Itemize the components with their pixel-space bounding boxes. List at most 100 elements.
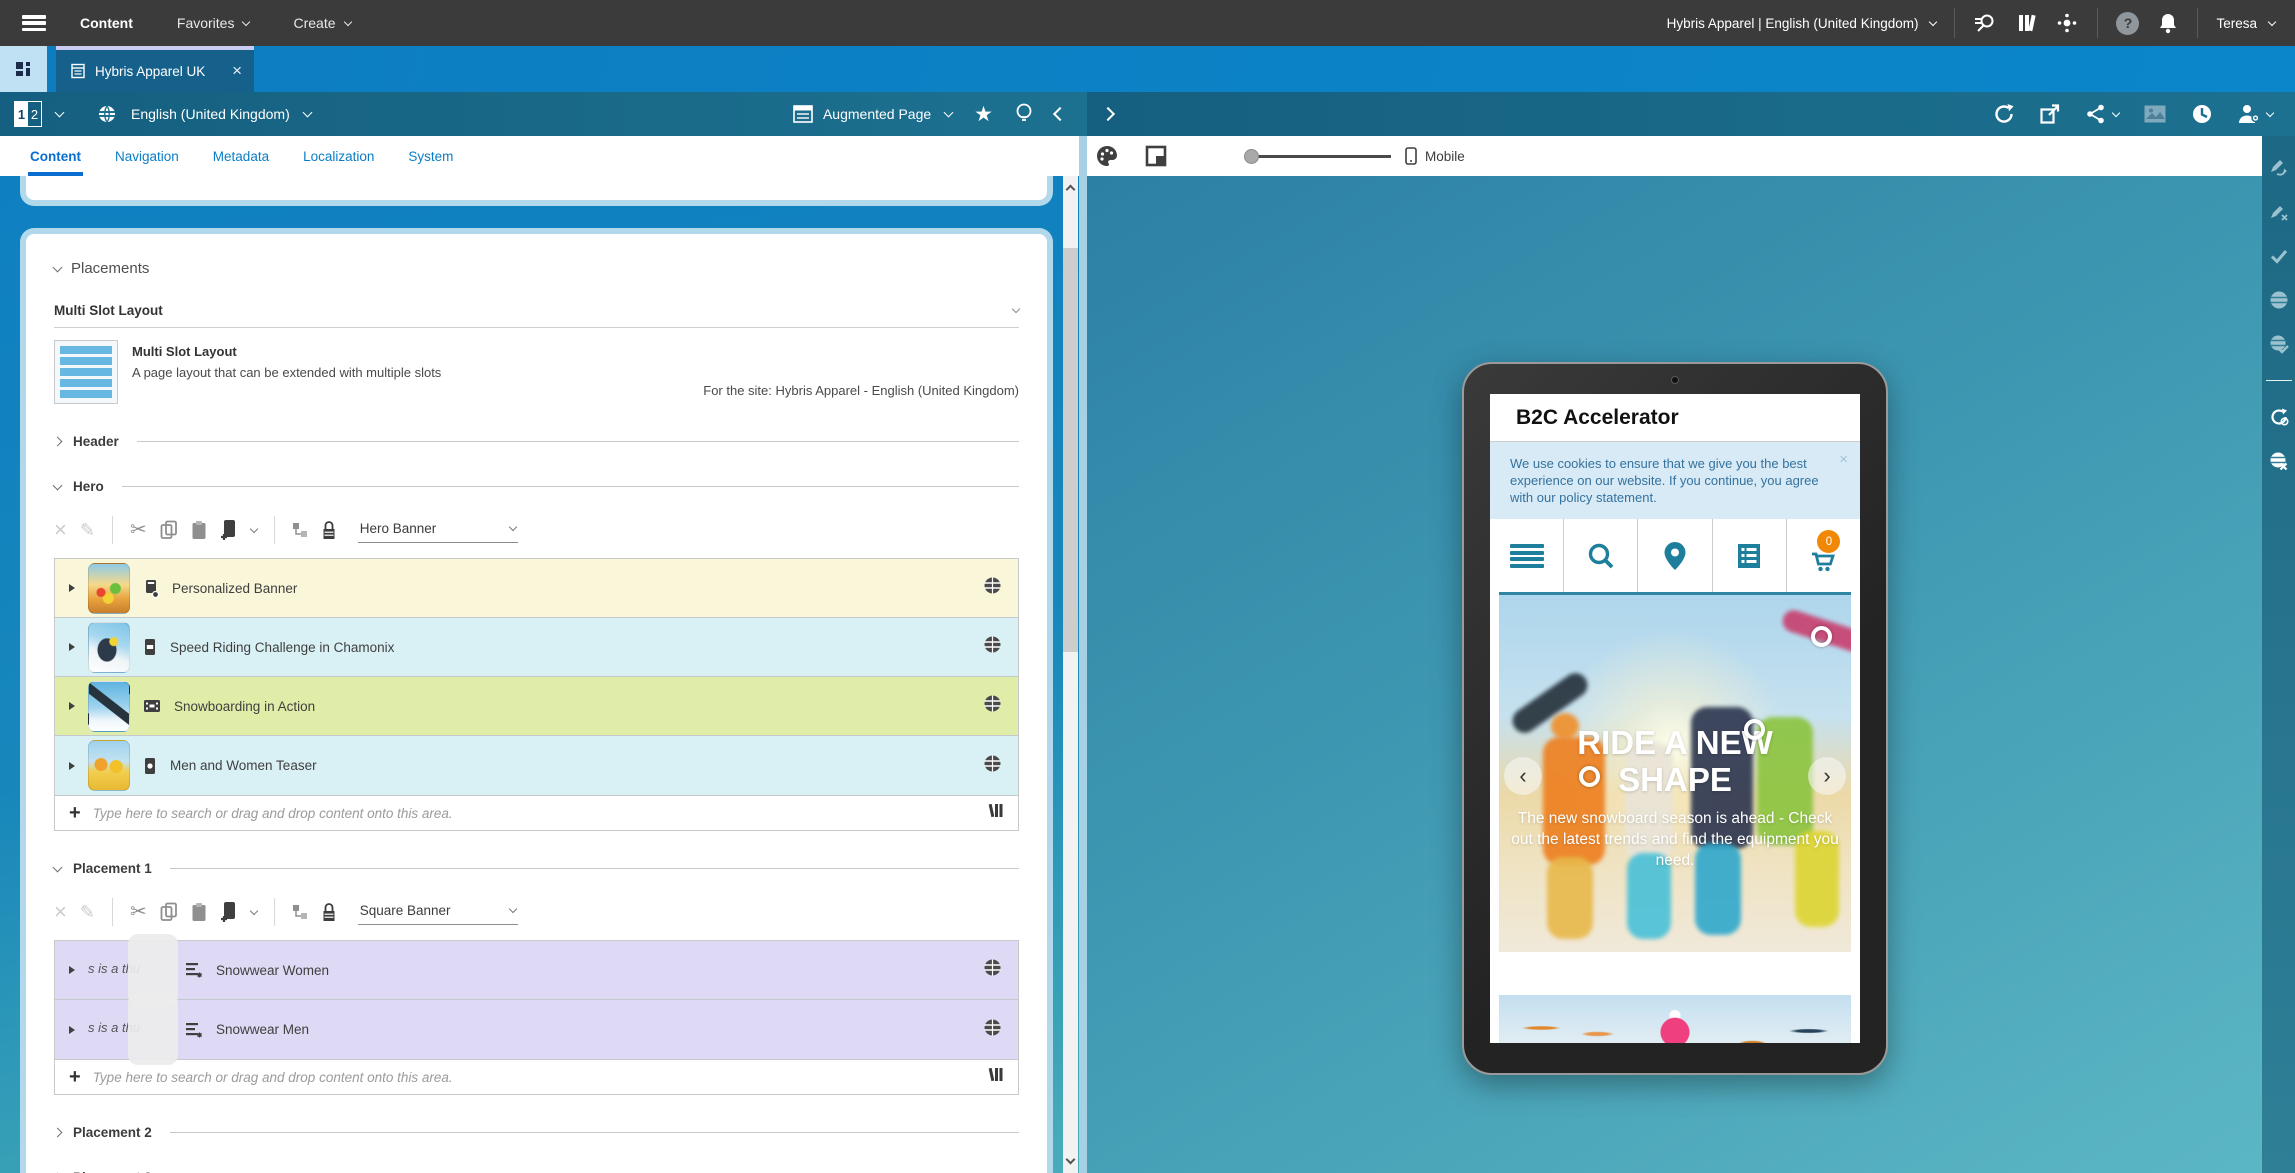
cookie-close-icon[interactable]: × bbox=[1839, 450, 1848, 470]
user-menu[interactable]: Teresa bbox=[2216, 16, 2275, 31]
layout-frame-icon[interactable] bbox=[1145, 145, 1167, 167]
secondary-banner[interactable] bbox=[1499, 995, 1851, 1043]
paste-icon[interactable] bbox=[191, 520, 207, 540]
scroll-down-arrow[interactable] bbox=[1063, 1151, 1078, 1171]
scrollbar-thumb[interactable] bbox=[1063, 248, 1078, 652]
expand-caret-icon[interactable] bbox=[69, 584, 75, 592]
expand-caret-icon[interactable] bbox=[69, 762, 75, 770]
nav-create[interactable]: Create bbox=[293, 15, 350, 31]
language-label[interactable]: English (United Kingdom) bbox=[131, 106, 290, 122]
lightbulb-icon[interactable] bbox=[1015, 102, 1033, 126]
history-clock-icon[interactable] bbox=[2191, 103, 2213, 125]
hero-type-dropdown[interactable]: Hero Banner bbox=[358, 518, 518, 543]
device-width-slider[interactable] bbox=[1251, 155, 1391, 158]
storefront-orders-icon[interactable] bbox=[1712, 519, 1786, 592]
help-icon[interactable]: ? bbox=[2116, 12, 2139, 35]
globe-icon[interactable] bbox=[2269, 290, 2289, 310]
storefront-search-icon[interactable] bbox=[1563, 519, 1637, 592]
tab-content[interactable]: Content bbox=[28, 149, 83, 176]
advanced-search-icon[interactable] bbox=[1973, 11, 1997, 35]
component-row[interactable]: Speed Riding Challenge in Chamonix bbox=[55, 618, 1018, 677]
section-hero[interactable]: Hero bbox=[54, 479, 1019, 494]
copy-icon[interactable] bbox=[160, 902, 178, 922]
cut-scissors-icon[interactable]: ✂ bbox=[130, 520, 147, 540]
expand-caret-icon[interactable] bbox=[69, 966, 75, 974]
delete-icon[interactable]: × bbox=[54, 901, 67, 923]
storefront-menu-icon[interactable] bbox=[1490, 519, 1563, 592]
share-icon[interactable] bbox=[2085, 103, 2119, 125]
section-placement2[interactable]: Placement 2 bbox=[54, 1125, 1019, 1140]
section-placement1[interactable]: Placement 1 bbox=[54, 861, 1019, 876]
edit-pencil-icon[interactable]: ✎ bbox=[80, 903, 95, 921]
approve-check-icon[interactable] bbox=[2269, 246, 2289, 266]
layout-select[interactable]: Multi Slot Layout bbox=[54, 303, 1019, 328]
add-component-icon[interactable] bbox=[220, 519, 238, 541]
tab-localization[interactable]: Localization bbox=[301, 149, 376, 176]
collapse-left-icon[interactable] bbox=[1053, 107, 1067, 121]
sync-icon[interactable] bbox=[2269, 407, 2289, 427]
chevron-down-icon[interactable] bbox=[249, 906, 257, 914]
component-row[interactable]: s is a thu Snowwear Men bbox=[55, 1000, 1018, 1059]
chevron-down-icon[interactable] bbox=[55, 108, 65, 118]
vertical-scrollbar[interactable] bbox=[1063, 176, 1078, 1173]
delete-icon[interactable]: × bbox=[54, 519, 67, 541]
notifications-bell-icon[interactable] bbox=[2157, 12, 2179, 34]
site-language-selector[interactable]: Hybris Apparel | English (United Kingdom… bbox=[1667, 16, 1937, 31]
favorite-star-icon[interactable]: ★ bbox=[974, 104, 993, 125]
open-in-new-window-icon[interactable] bbox=[2039, 103, 2061, 125]
page-version-badge[interactable]: 1 2 bbox=[14, 101, 42, 127]
user-settings-icon[interactable] bbox=[2237, 103, 2273, 125]
add-component-icon[interactable] bbox=[220, 901, 238, 923]
tab-hybris-apparel-uk[interactable]: Hybris Apparel UK × bbox=[56, 46, 254, 92]
tab-system[interactable]: System bbox=[406, 149, 455, 176]
edit-redo-icon[interactable] bbox=[2269, 158, 2289, 178]
media-icon[interactable] bbox=[2143, 104, 2167, 124]
hero-search-input[interactable] bbox=[93, 806, 976, 821]
lock-icon[interactable] bbox=[321, 520, 337, 541]
device-mode-text[interactable]: Mobile bbox=[1425, 149, 1465, 164]
lock-icon[interactable] bbox=[321, 902, 337, 923]
storefront-store-locator-icon[interactable] bbox=[1637, 519, 1711, 592]
slider-handle[interactable] bbox=[1244, 149, 1259, 164]
component-library-icon[interactable] bbox=[988, 802, 1004, 824]
expand-caret-icon[interactable] bbox=[69, 1026, 75, 1034]
chevron-down-icon[interactable] bbox=[302, 108, 312, 118]
smartedit-logo[interactable] bbox=[0, 46, 47, 92]
page-type-label[interactable]: Augmented Page bbox=[823, 106, 931, 122]
hamburger-menu-icon[interactable] bbox=[22, 15, 46, 31]
personalization-icon[interactable] bbox=[2055, 11, 2079, 35]
edit-pencil-icon[interactable]: ✎ bbox=[80, 521, 95, 539]
placements-header[interactable]: Placements bbox=[54, 234, 1019, 277]
chevron-down-icon[interactable] bbox=[944, 108, 954, 118]
component-row[interactable]: Personalized Banner bbox=[55, 559, 1018, 618]
slot-structure-icon[interactable] bbox=[292, 904, 308, 920]
tab-metadata[interactable]: Metadata bbox=[211, 149, 271, 176]
close-tab-icon[interactable]: × bbox=[232, 61, 242, 81]
tab-navigation[interactable]: Navigation bbox=[113, 149, 181, 176]
expand-right-icon[interactable] bbox=[1101, 107, 1115, 121]
chevron-down-icon[interactable] bbox=[249, 524, 257, 532]
copy-icon[interactable] bbox=[160, 520, 178, 540]
storefront-cart-icon[interactable]: 0 bbox=[1786, 519, 1860, 592]
hero-banner[interactable]: RIDE A NEW SHAPE The new snowboard seaso… bbox=[1499, 595, 1851, 952]
library-icon[interactable] bbox=[2015, 12, 2037, 34]
plus-icon[interactable]: + bbox=[69, 802, 81, 825]
placement1-search-input[interactable] bbox=[93, 1070, 976, 1085]
component-row[interactable]: Men and Women Teaser bbox=[55, 736, 1018, 795]
nav-content[interactable]: Content bbox=[80, 15, 133, 31]
expand-caret-icon[interactable] bbox=[69, 643, 75, 651]
pane-divider-handle[interactable] bbox=[1079, 136, 1087, 1173]
component-library-icon[interactable] bbox=[988, 1066, 1004, 1088]
scroll-up-arrow[interactable] bbox=[1063, 178, 1078, 198]
plus-icon[interactable]: + bbox=[69, 1066, 81, 1089]
section-header[interactable]: Header bbox=[54, 434, 1019, 449]
cut-scissors-icon[interactable]: ✂ bbox=[130, 902, 147, 922]
component-row[interactable]: s is a thu Snowwear Women bbox=[55, 941, 1018, 1000]
placement1-type-dropdown[interactable]: Square Banner bbox=[358, 900, 518, 925]
globe-remove-icon[interactable] bbox=[2269, 451, 2289, 471]
refresh-icon[interactable] bbox=[1993, 103, 2015, 125]
edit-remove-icon[interactable] bbox=[2269, 202, 2289, 222]
component-row[interactable]: Snowboarding in Action bbox=[55, 677, 1018, 736]
globe-approved-icon[interactable] bbox=[2269, 334, 2289, 354]
expand-caret-icon[interactable] bbox=[69, 702, 75, 710]
